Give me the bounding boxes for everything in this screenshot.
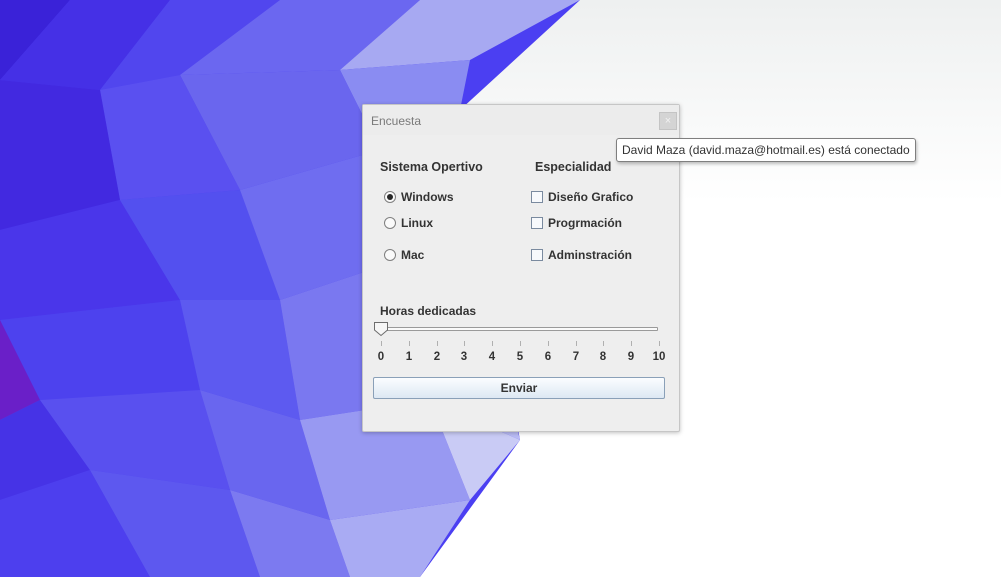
radio-label: Linux bbox=[401, 216, 433, 230]
slider-tick bbox=[492, 341, 493, 346]
checkbox-indicator[interactable] bbox=[531, 191, 543, 203]
connection-tooltip: David Maza (david.maza@hotmail.es) está … bbox=[616, 138, 916, 162]
slider-tick-label: 2 bbox=[433, 351, 441, 363]
slider-tick bbox=[631, 341, 632, 346]
radio-label: Mac bbox=[401, 248, 425, 262]
slider-tick-label: 4 bbox=[488, 351, 496, 363]
slider-tick-label: 9 bbox=[627, 351, 635, 363]
radio-indicator[interactable] bbox=[384, 191, 396, 203]
slider-tick-label: 3 bbox=[460, 351, 468, 363]
slider-tick-label: 8 bbox=[599, 351, 607, 363]
radio-indicator[interactable] bbox=[384, 217, 396, 229]
radio-linux[interactable]: Linux bbox=[384, 215, 433, 231]
checkbox-indicator[interactable] bbox=[531, 249, 543, 261]
slider-tick-label: 6 bbox=[544, 351, 552, 363]
radio-windows[interactable]: Windows bbox=[384, 189, 454, 205]
slider-tick bbox=[464, 341, 465, 346]
slider-tick-label: 1 bbox=[405, 351, 413, 363]
slider-tick-label: 7 bbox=[572, 351, 580, 363]
slider-tick-label: 10 bbox=[652, 351, 666, 363]
os-heading: Sistema Opertivo bbox=[380, 160, 483, 174]
enviar-label: Enviar bbox=[500, 381, 538, 395]
radio-mac[interactable]: Mac bbox=[384, 247, 424, 263]
close-icon: × bbox=[664, 114, 672, 127]
hours-slider-thumb[interactable] bbox=[373, 321, 389, 337]
checkbox-indicator[interactable] bbox=[531, 217, 543, 229]
slider-tick bbox=[576, 341, 577, 346]
slider-tick-label: 0 bbox=[377, 351, 385, 363]
checkbox-label: Diseño Grafico bbox=[548, 190, 634, 204]
slider-tick bbox=[603, 341, 604, 346]
enviar-button[interactable]: Enviar bbox=[373, 377, 665, 399]
slider-tick-label: 5 bbox=[516, 351, 524, 363]
checkbox-diseno-grafico[interactable]: Diseño Grafico bbox=[531, 189, 633, 205]
slider-tick bbox=[437, 341, 438, 346]
specialty-heading: Especialidad bbox=[535, 160, 612, 174]
slider-tick bbox=[409, 341, 410, 346]
window-titlebar[interactable]: Encuesta × bbox=[363, 105, 679, 135]
checkbox-programacion[interactable]: Progrmación bbox=[531, 215, 622, 231]
slider-tick bbox=[659, 341, 660, 346]
radio-label: Windows bbox=[401, 190, 454, 204]
hours-heading: Horas dedicadas bbox=[380, 304, 477, 318]
radio-indicator[interactable] bbox=[384, 249, 396, 261]
slider-tick bbox=[381, 341, 382, 346]
close-button[interactable]: × bbox=[659, 112, 677, 130]
slider-tick bbox=[548, 341, 549, 346]
checkbox-label: Progrmación bbox=[548, 216, 623, 230]
window-title: Encuesta bbox=[371, 114, 422, 128]
checkbox-label: Adminstración bbox=[548, 248, 633, 262]
hours-slider-track[interactable] bbox=[381, 327, 658, 331]
checkbox-administracion[interactable]: Adminstración bbox=[531, 247, 632, 263]
slider-tick bbox=[520, 341, 521, 346]
